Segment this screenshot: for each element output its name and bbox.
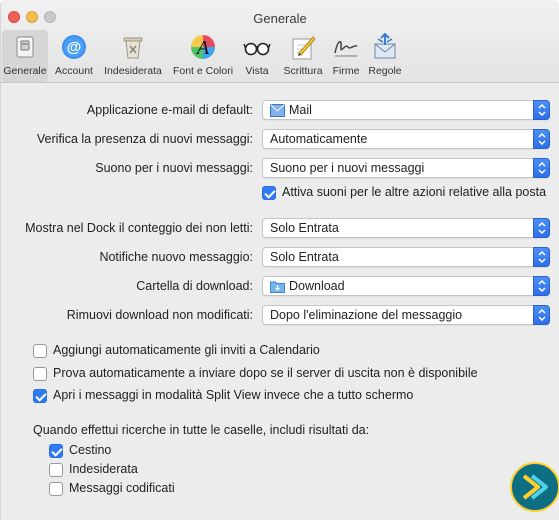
download-folder-label: Cartella di download: (136, 279, 253, 293)
check-new-messages-label: Verifica la presenza di nuovi messaggi: (36, 132, 253, 146)
tab-view[interactable]: Vista (239, 30, 275, 82)
signature-icon (334, 40, 358, 57)
default-mail-app-value: Mail (289, 103, 312, 117)
remove-downloads-label: Rimuovi download non modificati: (66, 308, 253, 322)
add-invites-label: Aggiungi automaticamente gli inviti a Ca… (53, 343, 320, 357)
general-settings-pane: Applicazione e-mail di default: Mail Ver… (1, 84, 559, 520)
default-mail-app-label: Applicazione e-mail di default: (86, 103, 253, 117)
popup-stepper (533, 247, 550, 267)
chevron-up-down-icon (538, 132, 546, 146)
popup-stepper (533, 305, 550, 325)
folder-download-icon (270, 281, 285, 293)
add-invites-checkbox[interactable] (33, 344, 47, 358)
chevron-up-down-icon (538, 161, 546, 175)
dock-unread-count-popup[interactable]: Solo Entrata (262, 218, 550, 238)
new-message-notifications-value: Solo Entrata (270, 250, 339, 264)
tab-junk[interactable]: Indesiderata (99, 30, 167, 82)
rules-envelope-icon (374, 33, 396, 59)
popup-stepper (533, 218, 550, 238)
pencil-paper-icon (292, 36, 316, 60)
tab-account[interactable]: @ Account (51, 30, 97, 82)
mail-stamp-icon (270, 104, 285, 117)
other-sounds-checkbox[interactable] (262, 186, 276, 200)
download-folder-value: Download (289, 279, 345, 293)
remove-downloads-value: Dopo l'eliminazione del messaggio (270, 308, 463, 322)
new-message-notifications-label: Notifiche nuovo messaggio: (99, 250, 253, 264)
title-bar: Generale Generale @ Account Indesiderata… (1, 0, 559, 83)
glasses-icon (243, 42, 271, 56)
default-mail-app-popup[interactable]: Mail (262, 100, 550, 120)
tab-general[interactable]: Generale (2, 30, 48, 82)
window-title: Generale (253, 11, 307, 26)
download-folder-popup[interactable]: Download (262, 276, 550, 296)
svg-text:@: @ (67, 39, 82, 56)
dock-unread-count-value: Solo Entrata (270, 221, 339, 235)
general-switch-icon (16, 36, 34, 58)
tab-rules[interactable]: Regole (365, 30, 405, 82)
mail-preferences-window: Generale Generale @ Account Indesiderata… (0, 0, 559, 520)
remove-downloads-popup[interactable]: Dopo l'eliminazione del messaggio (262, 305, 550, 325)
search-encrypted-checkbox[interactable] (49, 482, 63, 496)
tab-composing[interactable]: Scrittura (277, 30, 329, 82)
tab-fonts-colors[interactable]: A Font e Colori (169, 30, 237, 82)
popup-stepper (533, 129, 550, 149)
chevron-up-down-icon (538, 279, 546, 293)
svg-text:A: A (195, 37, 210, 59)
tab-fonts-colors-label: Font e Colori (172, 65, 234, 77)
tab-view-label: Vista (245, 65, 269, 77)
new-message-sound-value: Suono per i nuovi messaggi (270, 161, 425, 175)
tab-rules-label: Regole (368, 65, 402, 77)
chevron-up-down-icon (538, 103, 546, 117)
chevron-up-down-icon (538, 221, 546, 235)
split-view-checkbox[interactable] (33, 389, 47, 403)
tab-junk-label: Indesiderata (104, 65, 162, 77)
retry-send-checkbox[interactable] (33, 367, 47, 381)
chevron-up-down-icon (538, 308, 546, 322)
tab-general-label: Generale (3, 65, 47, 77)
search-junk-checkbox[interactable] (49, 463, 63, 477)
check-new-messages-value: Automaticamente (270, 132, 368, 146)
junk-trash-icon (123, 37, 143, 59)
popup-stepper (533, 276, 550, 296)
search-junk-label: Indesiderata (69, 462, 138, 476)
search-trash-checkbox[interactable] (49, 444, 63, 458)
popup-stepper (533, 100, 550, 120)
tab-account-label: Account (55, 65, 93, 77)
dock-unread-count-label: Mostra nel Dock il conteggio dei non let… (25, 221, 253, 235)
font-colors-icon: A (191, 35, 215, 59)
search-include-heading: Quando effettui ricerche in tutte le cas… (33, 423, 370, 437)
chevron-up-down-icon (538, 250, 546, 264)
arrow-logo-icon (522, 474, 548, 500)
new-message-sound-popup[interactable]: Suono per i nuovi messaggi (262, 158, 550, 178)
new-message-sound-label: Suono per i nuovi messaggi: (95, 161, 253, 175)
tab-signatures-label: Firme (332, 65, 360, 77)
check-new-messages-popup[interactable]: Automaticamente (262, 129, 550, 149)
other-sounds-label: Attiva suoni per le altre azioni relativ… (282, 185, 547, 199)
new-message-notifications-popup[interactable]: Solo Entrata (262, 247, 550, 267)
tab-composing-label: Scrittura (283, 65, 323, 77)
split-view-label: Apri i messaggi in modalità Split View i… (53, 388, 414, 402)
at-sign-icon: @ (62, 35, 86, 59)
popup-stepper (533, 158, 550, 178)
tab-signatures[interactable]: Firme (330, 30, 362, 82)
app-logo-badge (510, 462, 559, 512)
search-trash-label: Cestino (69, 443, 112, 457)
search-encrypted-label: Messaggi codificati (69, 481, 175, 495)
retry-send-label: Prova automaticamente a inviare dopo se … (53, 366, 478, 380)
